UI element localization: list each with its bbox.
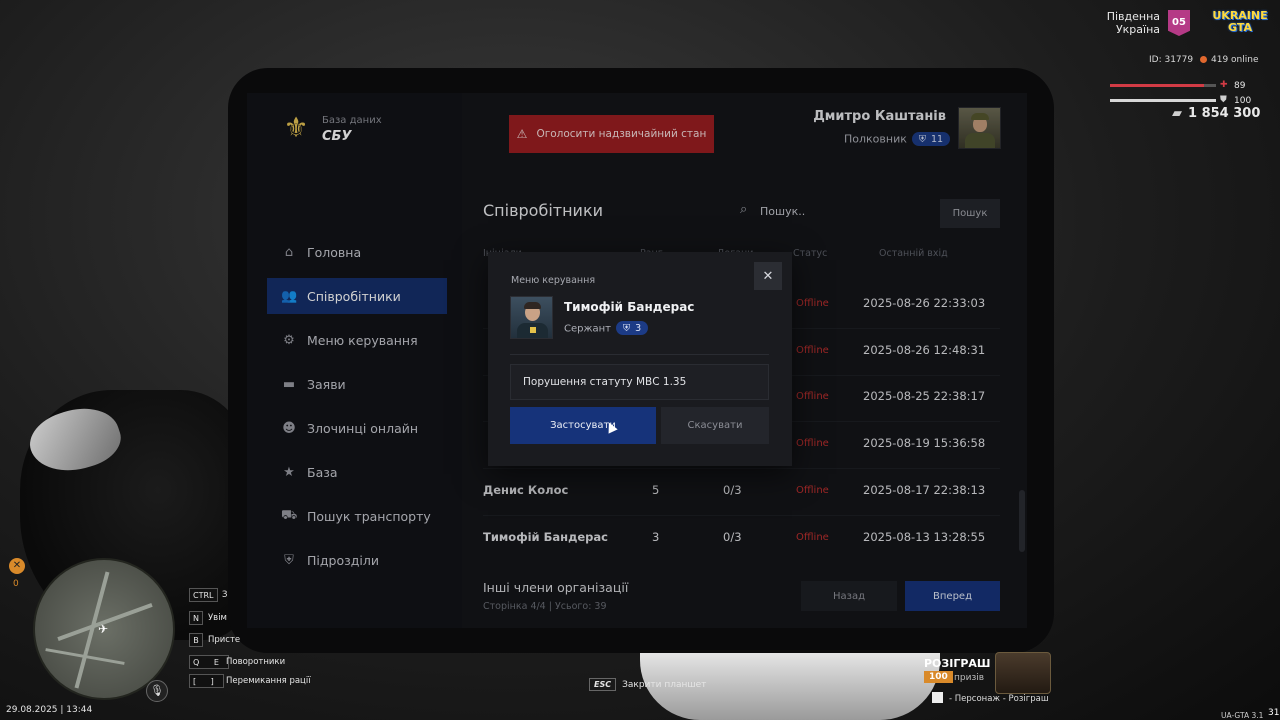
modal-caption: Меню керування — [511, 275, 596, 286]
modal-level-badge: ⛨ 3 — [615, 321, 649, 335]
hud-armor-value: 100 — [1234, 96, 1252, 106]
giveaway-subtitle: призів — [954, 673, 985, 683]
hud-money: ▰ 1 854 300 — [1172, 106, 1261, 121]
reason-input[interactable] — [510, 364, 769, 400]
esc-key: ESC — [589, 678, 617, 691]
armor-shield-icon: ⛊ — [1220, 95, 1227, 105]
hud-region-badge: 05 — [1168, 10, 1190, 36]
hud-armor-bar — [1110, 99, 1216, 102]
hud-health-fill — [1110, 84, 1205, 87]
microphone-icon: 🎙 — [146, 680, 168, 702]
giveaway-hint: - Персонаж - Розіграш — [932, 692, 1049, 704]
version-number: 31 — [1268, 708, 1280, 718]
treasure-chest-icon — [995, 652, 1051, 694]
online-dot-icon — [1200, 56, 1207, 63]
weapon-icon: ✕ — [9, 558, 25, 574]
giveaway-title: РОЗІГРАШ — [924, 657, 991, 670]
hint-label-ctrl: З — [222, 590, 228, 600]
hud-region-name: Південна Україна — [1106, 10, 1160, 36]
modal-avatar — [510, 296, 553, 339]
server-logo: UKRAINE GTA — [1212, 9, 1268, 34]
modal-divider — [510, 354, 769, 355]
hint-key-ctrl: CTRL — [189, 588, 218, 602]
hud-player-id: ID: 31779 — [1149, 55, 1194, 65]
modal-avatar-badge — [530, 327, 536, 333]
esc-hint: ESC Закрити планшет — [589, 678, 706, 691]
player-arrow-icon: ✈ — [98, 622, 109, 636]
hint-key-b: B — [189, 633, 203, 647]
hud-online-count: 419 online — [1200, 55, 1259, 65]
hint-key-brackets: [ ] — [189, 674, 224, 688]
hint-label-qe: Поворотники — [226, 657, 286, 667]
hud-health-bar — [1110, 84, 1216, 87]
key-o-icon — [932, 692, 943, 703]
health-cross-icon: ✚ — [1220, 80, 1228, 90]
money-icon: ▰ — [1172, 106, 1182, 121]
game-version: UA-GTA 3.1 — [1221, 711, 1264, 720]
weapon-count: 0 — [13, 579, 19, 589]
hint-label-brackets: Перемикання рації — [226, 676, 311, 686]
hint-key-qe: Q E — [189, 655, 229, 669]
cancel-button[interactable]: Скасувати — [661, 407, 769, 444]
hud-health-value: 89 — [1234, 81, 1246, 91]
date-time: 29.08.2025 | 13:44 — [6, 705, 93, 715]
hint-key-n: N — [189, 611, 203, 625]
hud-armor-fill — [1110, 99, 1216, 102]
rank-shield-icon: ⛨ — [622, 322, 631, 334]
giveaway-count: 100 — [924, 671, 953, 683]
hint-label-n: Увім — [208, 613, 227, 623]
hint-label-b: Присте — [208, 635, 241, 645]
modal-employee-name: Тимофій Бандерас — [564, 300, 695, 314]
modal-avatar-hair — [524, 302, 541, 309]
modal-employee-rank: Сержант ⛨ 3 — [564, 321, 649, 335]
close-icon[interactable]: ✕ — [754, 262, 782, 290]
apply-button[interactable]: Застосувати — [510, 407, 656, 444]
